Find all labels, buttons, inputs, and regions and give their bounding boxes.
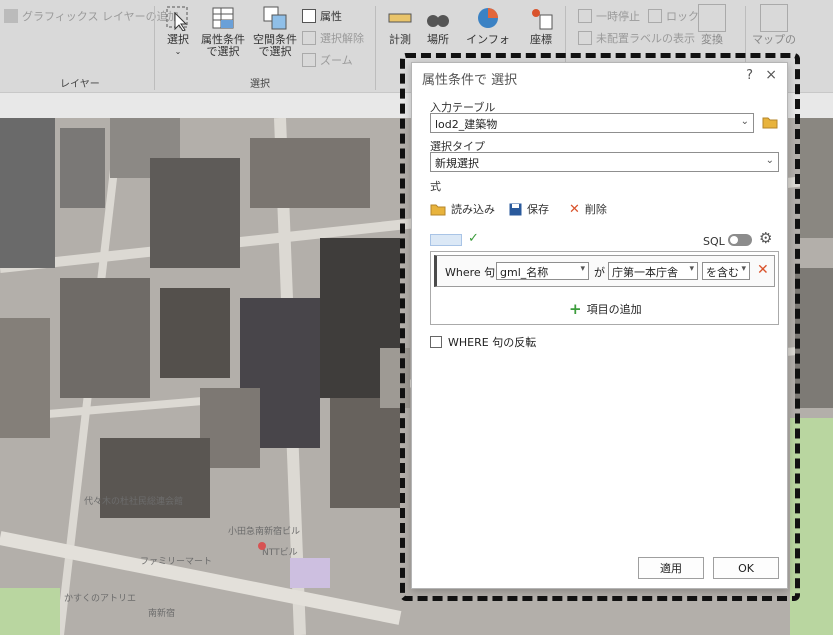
divider bbox=[154, 6, 155, 90]
load-button[interactable]: 読み込み bbox=[430, 201, 495, 217]
locate-button[interactable]: 場所 bbox=[420, 4, 456, 46]
select-by-attributes-button[interactable]: 属性条件 で選択 bbox=[198, 4, 248, 58]
input-table-value: lod2_建築物 bbox=[435, 118, 498, 131]
map-label: 小田急南新宿ビル bbox=[228, 527, 301, 537]
close-icon[interactable]: × bbox=[765, 67, 777, 83]
where-label: Where 句 bbox=[445, 266, 496, 279]
add-graphics-layer-button[interactable]: グラフィックス レイヤーの追加 bbox=[4, 8, 179, 24]
chevron-down-icon: ▾ bbox=[741, 264, 746, 274]
lock-icon bbox=[648, 9, 662, 23]
operator-select[interactable]: を含む ▾ bbox=[702, 262, 750, 280]
remove-clause-icon[interactable]: ✕ bbox=[757, 262, 769, 278]
select-by-attributes-dialog: 属性条件で 選択 ? × 入力テーブル lod2_建築物 ⌄ 選択タイプ 新規選… bbox=[411, 62, 788, 589]
pie-chart-icon bbox=[474, 4, 502, 32]
select-cursor-icon bbox=[164, 4, 192, 32]
sql-toggle[interactable] bbox=[728, 234, 752, 246]
operator-value: を含む bbox=[706, 266, 739, 279]
map-label: ファミリーマート bbox=[140, 557, 213, 567]
chevron-down-icon: ⌄ bbox=[765, 155, 774, 166]
group-label-layer: レイヤー bbox=[60, 79, 100, 90]
chevron-down-icon: ⌄ bbox=[740, 116, 749, 127]
map-icon bbox=[760, 4, 788, 32]
clear-selection-button[interactable]: 選択解除 bbox=[302, 30, 364, 46]
value-select[interactable]: 庁第一本庁舎 ▾ bbox=[608, 262, 698, 280]
save-icon bbox=[509, 203, 522, 215]
attributes-button[interactable]: 属性 bbox=[302, 8, 342, 24]
label-icon bbox=[578, 31, 592, 45]
infographics-button[interactable]: インフォ bbox=[466, 4, 510, 46]
checkbox-box bbox=[430, 336, 442, 348]
attributes-icon bbox=[302, 9, 316, 23]
ga-label: が bbox=[594, 266, 605, 279]
group-label-select: 選択 bbox=[250, 79, 270, 90]
pause-drawing-button[interactable]: 一時停止 bbox=[578, 8, 640, 24]
verify-check-icon[interactable]: ✓ bbox=[468, 231, 479, 246]
apply-button[interactable]: 適用 bbox=[638, 557, 704, 579]
invert-where-checkbox[interactable]: WHERE 句の反転 bbox=[430, 334, 536, 350]
map-label: 南新宿 bbox=[148, 609, 176, 619]
chevron-down-icon: ▾ bbox=[580, 264, 585, 274]
selection-type-value: 新規選択 bbox=[435, 157, 479, 170]
map-label: かすくのアトリエ bbox=[64, 594, 137, 604]
divider bbox=[375, 6, 376, 90]
clear-selection-icon bbox=[302, 31, 316, 45]
value-value: 庁第一本庁舎 bbox=[612, 266, 678, 279]
plus-icon: + bbox=[569, 300, 582, 318]
measure-button[interactable]: 計測 bbox=[382, 4, 418, 46]
delete-x-icon: ✕ bbox=[569, 201, 580, 217]
sql-label: SQL bbox=[703, 235, 725, 248]
ruler-icon bbox=[386, 4, 414, 32]
delete-button[interactable]: ✕ 削除 bbox=[569, 201, 607, 217]
field-value: gml_名称 bbox=[500, 266, 549, 279]
coordinates-icon bbox=[527, 4, 555, 32]
zoom-to-selection-button[interactable]: ズーム bbox=[302, 52, 353, 68]
field-select[interactable]: gml_名称 ▾ bbox=[496, 262, 589, 280]
map-label: NTTビル bbox=[262, 548, 298, 558]
show-unplaced-labels-button[interactable]: 未配置ラベルの表示 bbox=[578, 30, 695, 46]
zoom-icon bbox=[302, 53, 316, 67]
select-by-location-button[interactable]: 空間条件 で選択 bbox=[250, 4, 300, 58]
location-select-icon bbox=[261, 4, 289, 32]
binoculars-icon bbox=[424, 4, 452, 32]
toggle-knob bbox=[730, 236, 738, 244]
convert-icon bbox=[698, 4, 726, 32]
folder-open-icon bbox=[430, 204, 446, 215]
pause-icon bbox=[578, 9, 592, 23]
gear-icon[interactable]: ⚙ bbox=[759, 229, 772, 247]
coordinates-button[interactable]: 座標 bbox=[522, 4, 560, 46]
where-clause-row: Where 句 gml_名称 ▾ が 庁第一本庁舎 ▾ を含む ▾ ✕ bbox=[434, 255, 775, 287]
map-label: 代々木の杜社民総連会館 bbox=[84, 497, 184, 507]
map-label-button[interactable]: マップの bbox=[752, 4, 796, 46]
convert-button[interactable]: 変換 bbox=[694, 4, 730, 46]
help-icon[interactable]: ? bbox=[746, 68, 753, 83]
ok-button[interactable]: OK bbox=[713, 557, 779, 579]
dialog-title: 属性条件で 選択 bbox=[422, 73, 518, 88]
chevron-down-icon: ▾ bbox=[689, 264, 694, 274]
clause-mode-icon[interactable] bbox=[430, 234, 462, 246]
expression-builder: Where 句 gml_名称 ▾ が 庁第一本庁舎 ▾ を含む ▾ ✕ + 項目… bbox=[430, 251, 779, 325]
expression-label: 式 bbox=[430, 180, 441, 193]
add-clause-button[interactable]: + 項目の追加 bbox=[569, 300, 642, 318]
selection-type-select[interactable]: 新規選択 ⌄ bbox=[430, 152, 779, 172]
table-select-icon bbox=[209, 4, 237, 32]
lock-button[interactable]: ロック bbox=[648, 8, 699, 24]
map-pin-icon bbox=[258, 542, 266, 550]
input-table-select[interactable]: lod2_建築物 ⌄ bbox=[430, 113, 754, 133]
graphics-layer-icon bbox=[4, 9, 18, 23]
save-button[interactable]: 保存 bbox=[509, 201, 549, 217]
browse-folder-icon[interactable] bbox=[762, 115, 778, 132]
select-button[interactable]: 選択 ⌄ bbox=[160, 4, 196, 58]
